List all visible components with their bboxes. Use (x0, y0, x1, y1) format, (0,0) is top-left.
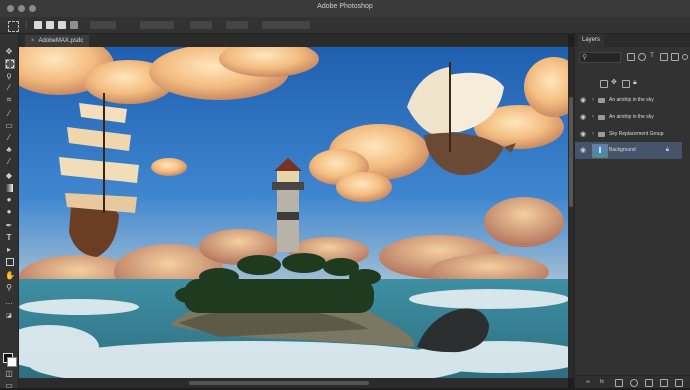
intersect-selection-icon[interactable] (70, 21, 78, 29)
artwork-image (19, 47, 568, 378)
layers-panel-footer: ∞ fx (575, 375, 690, 388)
document-canvas[interactable] (19, 47, 568, 378)
clone-stamp-icon[interactable]: ♣ (5, 146, 13, 154)
background-color-swatch[interactable] (7, 357, 17, 367)
document-tab-label: AdobeMAX.psdc (38, 38, 84, 44)
crop-icon[interactable]: ⌗ (5, 96, 13, 104)
move-icon[interactable]: ✥ (5, 48, 13, 56)
layers-panel: Layers ⚲ T ✥ 🔒︎ ◉ › An airship in the sk… (574, 34, 690, 388)
visibility-eye-icon[interactable]: ◉ (580, 126, 586, 143)
subtract-selection-icon[interactable] (58, 21, 66, 29)
healing-icon[interactable]: ▭ (5, 122, 13, 130)
feather-field[interactable] (90, 21, 116, 29)
document-tab-bar: × AdobeMAX.psdc (19, 34, 568, 47)
default-colors-icon[interactable]: ◪ (5, 312, 13, 320)
lock-icon: 🔒︎ (665, 147, 669, 153)
marquee-icon[interactable] (5, 59, 15, 69)
layer-name: Background (609, 147, 636, 153)
quick-mask-icon[interactable]: ◫ (5, 370, 13, 378)
folder-icon (598, 98, 605, 103)
eraser-icon[interactable]: ◆ (5, 172, 13, 180)
tab-layers[interactable]: Layers (578, 34, 605, 47)
width-field[interactable] (190, 21, 212, 29)
dodge-icon[interactable]: ● (5, 208, 13, 216)
history-brush-icon[interactable]: ⁄ (5, 158, 13, 166)
gradient-icon[interactable] (5, 184, 13, 192)
layer-row-selected[interactable]: ◉ Background 🔒︎ (575, 142, 682, 159)
layer-name: An airship in the sky (609, 97, 654, 103)
new-selection-icon[interactable] (34, 21, 42, 29)
layer-row[interactable]: ◉ › An airship in the sky (575, 92, 690, 109)
height-field[interactable] (226, 21, 248, 29)
lock-position-icon[interactable]: ✥ (611, 79, 617, 86)
folder-icon (598, 115, 605, 120)
magic-wand-icon[interactable]: ⁄ (5, 84, 13, 92)
path-select-icon[interactable]: ▸ (5, 246, 13, 254)
filter-shape-icon[interactable] (660, 53, 668, 61)
visibility-eye-icon[interactable]: ◉ (580, 109, 586, 126)
panel-tab-bar: Layers (575, 34, 690, 47)
lock-all-icon[interactable]: 🔒︎ (633, 79, 639, 86)
pen-icon[interactable]: ✒ (5, 222, 13, 230)
filter-toggle-icon[interactable] (682, 54, 688, 60)
layer-row[interactable]: ◉ › Sky Replacement Group (575, 126, 690, 143)
options-bar (0, 17, 690, 34)
folder-icon[interactable] (645, 379, 653, 387)
zoom-icon[interactable]: ⚲ (5, 284, 13, 292)
shape-icon[interactable] (6, 258, 14, 266)
title-bar: Adobe Photoshop (0, 0, 690, 18)
adjustment-icon[interactable] (630, 379, 638, 387)
close-tab-icon[interactable]: × (31, 38, 35, 44)
visibility-eye-icon[interactable]: ◉ (580, 142, 586, 159)
layer-row[interactable]: ◉ › An airship in the sky (575, 109, 690, 126)
add-selection-icon[interactable] (46, 21, 54, 29)
link-icon[interactable]: ∞ (585, 379, 591, 385)
lock-pixels-icon[interactable] (600, 80, 608, 88)
type-icon[interactable]: T (5, 234, 13, 242)
chevron-right-icon[interactable]: › (592, 92, 594, 109)
layer-filter-search[interactable]: ⚲ (579, 52, 621, 63)
trash-icon[interactable] (675, 379, 683, 387)
mask-icon[interactable] (615, 379, 623, 387)
new-layer-icon[interactable] (660, 379, 668, 387)
brush-icon[interactable]: ⁄ (5, 134, 13, 142)
more-icon[interactable]: … (5, 298, 13, 306)
eyedropper-icon[interactable]: ⁄ (5, 110, 13, 118)
marquee-preset-icon[interactable] (8, 21, 19, 32)
lasso-icon[interactable]: ϙ (5, 72, 13, 80)
horizontal-scroll-thumb[interactable] (189, 381, 369, 385)
fx-icon[interactable]: fx (599, 379, 605, 385)
layer-name: Sky Replacement Group (609, 131, 664, 137)
chevron-right-icon[interactable]: › (592, 109, 594, 126)
window-title: Adobe Photoshop (317, 3, 373, 10)
lock-artboard-icon[interactable] (622, 80, 630, 88)
layer-name: An airship in the sky (609, 114, 654, 120)
divider (26, 20, 27, 30)
select-mask-button[interactable] (262, 21, 310, 29)
style-select[interactable] (140, 21, 174, 29)
screen-mode-icon[interactable]: ▭ (5, 382, 13, 390)
layer-thumbnail (592, 144, 608, 158)
search-icon: ⚲ (582, 54, 588, 61)
tools-panel: ✥ ϙ ⁄ ⌗ ⁄ ▭ ⁄ ♣ ⁄ ◆ ● ● ✒ T ▸ ✋ ⚲ … ◪ ◫ … (0, 34, 19, 390)
horizontal-scrollbar[interactable] (19, 378, 568, 388)
filter-smart-object-icon[interactable] (671, 53, 679, 61)
chevron-right-icon[interactable]: › (592, 126, 594, 143)
filter-pixel-icon[interactable] (627, 53, 635, 61)
folder-icon (598, 132, 605, 137)
blur-icon[interactable]: ● (5, 196, 13, 204)
document-tab[interactable]: × AdobeMAX.psdc (25, 35, 90, 47)
vertical-scroll-thumb[interactable] (569, 97, 573, 207)
visibility-eye-icon[interactable]: ◉ (580, 92, 586, 109)
hand-icon[interactable]: ✋ (5, 272, 15, 280)
filter-type-icon[interactable]: T (649, 53, 655, 59)
filter-adjustment-icon[interactable] (638, 53, 646, 61)
